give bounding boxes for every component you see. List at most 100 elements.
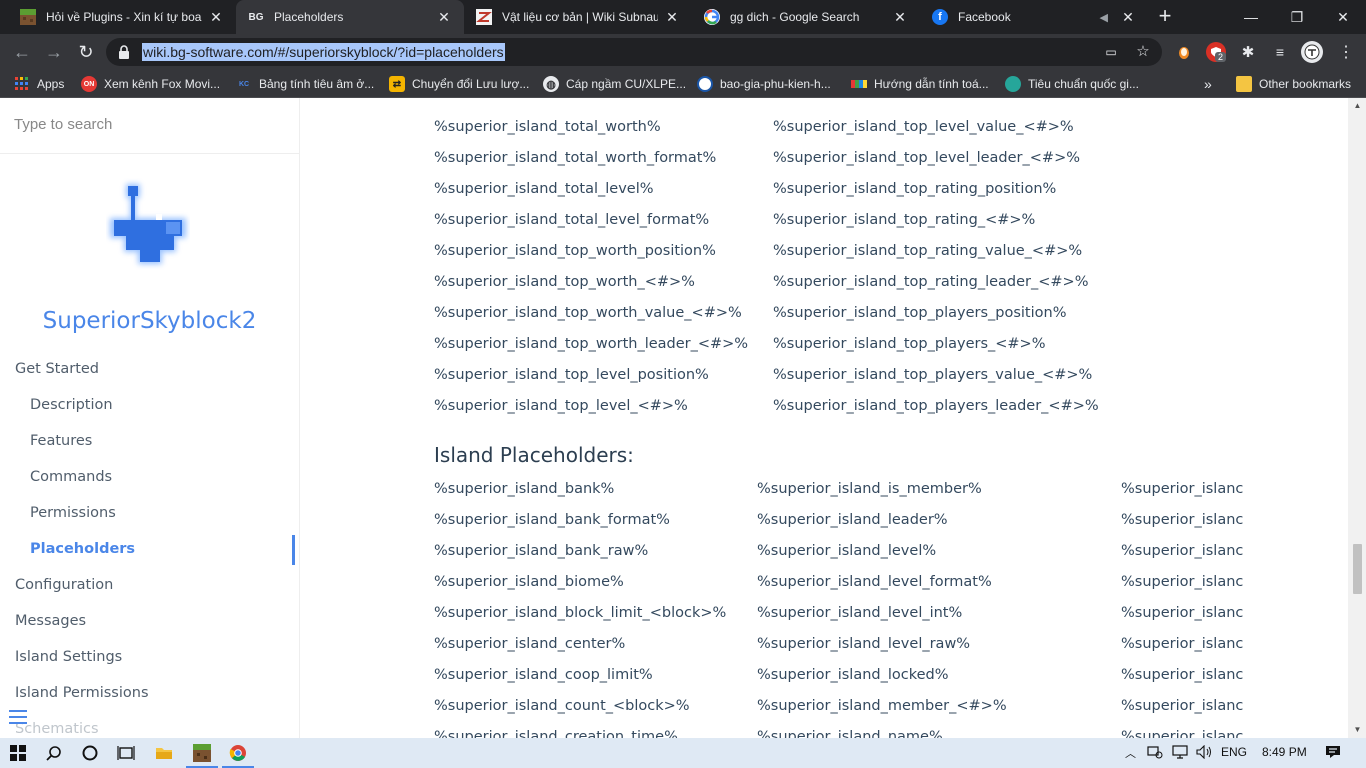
tab-placeholders[interactable]: BG Placeholders ✕ bbox=[236, 0, 464, 34]
convert-icon: ⇄ bbox=[389, 76, 405, 92]
tab-title: Placeholders bbox=[274, 10, 344, 24]
placeholder-item: %superior_islanc bbox=[1121, 481, 1244, 497]
bookmark-bang-tinh[interactable]: KC Bảng tính tiêu âm ở... bbox=[236, 75, 374, 93]
scroll-up-icon[interactable]: ▲ bbox=[1353, 102, 1362, 110]
search-input[interactable] bbox=[14, 116, 284, 133]
tab-title: Hỏi về Plugins - Xin kí tự boarc bbox=[46, 10, 202, 24]
close-tab-icon[interactable]: ✕ bbox=[664, 9, 680, 26]
placeholder-item: %superior_islanc bbox=[1121, 605, 1244, 621]
nav-messages[interactable]: Messages bbox=[15, 613, 86, 629]
placeholder-item: %superior_island_top_players_position% bbox=[773, 305, 1067, 321]
address-bar[interactable]: wiki.bg-software.com/#/superiorskyblock/… bbox=[106, 38, 1162, 66]
placeholder-item: %superior_island_total_level% bbox=[434, 181, 654, 197]
forward-icon[interactable]: → bbox=[42, 41, 66, 63]
placeholder-item: %superior_island_total_worth_format% bbox=[434, 150, 717, 166]
active-indicator bbox=[292, 535, 295, 565]
app-name[interactable]: SuperiorSkyblock2 bbox=[0, 308, 299, 334]
nav-permissions[interactable]: Permissions bbox=[30, 505, 116, 521]
profile-avatar-icon[interactable] bbox=[1301, 41, 1323, 63]
site-bar-icon bbox=[851, 80, 867, 88]
chrome-taskbar-icon[interactable] bbox=[227, 743, 249, 763]
notifications-icon[interactable] bbox=[1325, 745, 1341, 762]
bookmark-star-icon[interactable]: ☆ bbox=[1134, 43, 1152, 61]
sidebar-toggle-icon[interactable] bbox=[9, 710, 27, 724]
bookmark-bao-gia[interactable]: bao-gia-phu-kien-h... bbox=[697, 75, 831, 93]
placeholder-item: %superior_island_coop_limit% bbox=[434, 667, 653, 683]
bookmark-tieu-chuan[interactable]: Tiêu chuẩn quốc gi... bbox=[1005, 75, 1139, 93]
main-content: %superior_island_total_worth% %superior_… bbox=[300, 98, 1348, 738]
placeholder-item: %superior_island_center% bbox=[434, 636, 626, 652]
placeholder-item: %superior_island_top_rating_value_<#>% bbox=[773, 243, 1083, 259]
extension-shield-icon[interactable]: 2 bbox=[1206, 42, 1227, 62]
site-icon bbox=[697, 76, 713, 92]
scroll-down-icon[interactable]: ▼ bbox=[1353, 726, 1362, 734]
nav-get-started[interactable]: Get Started bbox=[15, 361, 99, 377]
tray-network-people-icon[interactable] bbox=[1147, 745, 1163, 762]
nav-island-permissions[interactable]: Island Permissions bbox=[15, 685, 149, 701]
nav-placeholders[interactable]: Placeholders bbox=[30, 541, 135, 557]
close-tab-icon[interactable]: ✕ bbox=[1120, 9, 1136, 26]
speaker-muted-icon[interactable]: ◀︎ bbox=[1100, 11, 1108, 24]
apps-grid-icon bbox=[14, 76, 30, 92]
nav-commands[interactable]: Commands bbox=[30, 469, 112, 485]
nav-schematics[interactable]: Schematics bbox=[15, 721, 99, 737]
bookmark-huong-dan[interactable]: Hướng dẫn tính toá... bbox=[851, 75, 989, 93]
placeholder-item: %superior_island_top_level_position% bbox=[434, 367, 709, 383]
tab-facebook[interactable]: f Facebook ◀︎ ✕ bbox=[920, 0, 1148, 34]
nav-island-settings[interactable]: Island Settings bbox=[15, 649, 122, 665]
reload-icon[interactable]: ↻ bbox=[74, 41, 98, 63]
task-view-icon[interactable] bbox=[115, 743, 137, 763]
bookmark-apps[interactable]: Apps bbox=[14, 75, 64, 93]
bg-icon: BG bbox=[248, 11, 264, 23]
other-bookmarks[interactable]: Other bookmarks bbox=[1236, 75, 1351, 93]
placeholder-item: %superior_island_top_worth_value_<#>% bbox=[434, 305, 742, 321]
clock[interactable]: 8:49 PM bbox=[1262, 745, 1307, 759]
minecraft-taskbar-icon[interactable] bbox=[191, 743, 213, 763]
search-icon[interactable] bbox=[43, 743, 65, 763]
tab-vat-lieu[interactable]: Vật liệu cơ bản | Wiki Subnauti ✕ bbox=[464, 0, 692, 34]
tray-chevron-icon[interactable]: ︿ bbox=[1125, 745, 1136, 761]
windows-start-icon[interactable] bbox=[7, 743, 29, 763]
nav-features[interactable]: Features bbox=[30, 433, 92, 449]
nav-description[interactable]: Description bbox=[30, 397, 113, 413]
placeholder-item: %superior_islanc bbox=[1121, 636, 1244, 652]
site-round-icon bbox=[1005, 76, 1021, 92]
media-control-icon[interactable]: ≡ bbox=[1270, 42, 1290, 62]
file-explorer-icon[interactable] bbox=[153, 743, 175, 763]
extensions-puzzle-icon[interactable]: ✱ bbox=[1238, 42, 1258, 62]
close-tab-icon[interactable]: ✕ bbox=[892, 9, 908, 26]
bookmark-fox-movies[interactable]: ON Xem kênh Fox Movi... bbox=[81, 75, 220, 93]
back-icon[interactable]: ← bbox=[10, 41, 34, 63]
nav-configuration[interactable]: Configuration bbox=[15, 577, 113, 593]
placeholder-item: %superior_island_top_rating_leader_<#>% bbox=[773, 274, 1089, 290]
volume-icon[interactable] bbox=[1196, 744, 1212, 762]
close-tab-icon[interactable]: ✕ bbox=[208, 9, 224, 26]
placeholder-item: %superior_island_total_worth% bbox=[434, 119, 661, 135]
extension-orange-icon[interactable] bbox=[1174, 42, 1194, 62]
scrollbar-thumb[interactable] bbox=[1353, 544, 1362, 594]
minimize-icon[interactable]: — bbox=[1228, 0, 1274, 34]
placeholder-item: %superior_islanc bbox=[1121, 698, 1244, 714]
bookmark-cap-ngam[interactable]: ◍ Cáp ngầm CU/XLPE... bbox=[543, 75, 686, 93]
language-indicator[interactable]: ENG bbox=[1221, 745, 1247, 759]
close-window-icon[interactable]: ✕ bbox=[1320, 0, 1366, 34]
network-icon[interactable] bbox=[1172, 745, 1188, 762]
close-tab-icon[interactable]: ✕ bbox=[436, 9, 452, 26]
folder-icon bbox=[1236, 76, 1252, 92]
tab-hoi-ve-plugins[interactable]: Hỏi về Plugins - Xin kí tự boarc ✕ bbox=[8, 0, 236, 34]
extension-badge: 2 bbox=[1215, 52, 1227, 62]
restore-icon[interactable]: ❐ bbox=[1274, 0, 1320, 34]
bookmarks-bar: Apps ON Xem kênh Fox Movi... KC Bảng tín… bbox=[0, 70, 1366, 98]
bookmark-chuyen-doi[interactable]: ⇄ Chuyển đổi Lưu lượ... bbox=[389, 75, 529, 93]
placeholder-item: %superior_island_bank_raw% bbox=[434, 543, 649, 559]
chrome-menu-icon[interactable]: ⋮ bbox=[1336, 42, 1356, 62]
bookmarks-overflow-button[interactable]: » bbox=[1204, 75, 1212, 93]
new-tab-button[interactable]: + bbox=[1154, 5, 1176, 27]
placeholder-item: %superior_island_level_int% bbox=[757, 605, 963, 621]
page-scrollbar[interactable]: ▲ ▼ bbox=[1348, 98, 1366, 738]
placeholder-item: %superior_island_locked% bbox=[757, 667, 949, 683]
url-text[interactable]: wiki.bg-software.com/#/superiorskyblock/… bbox=[142, 43, 505, 61]
cortana-icon[interactable] bbox=[79, 743, 101, 763]
tab-gg-dich[interactable]: gg dich - Google Search ✕ bbox=[692, 0, 920, 34]
cast-icon[interactable]: ▭ bbox=[1102, 43, 1120, 61]
